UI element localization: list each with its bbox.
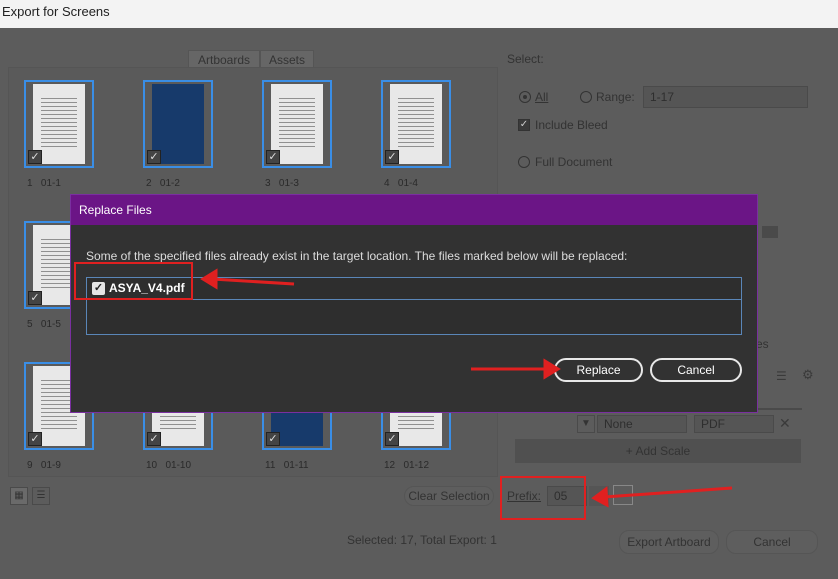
chevron-down-icon[interactable]: ▼ [577, 415, 595, 433]
artboard-checkbox[interactable]: ✓ [147, 432, 161, 446]
tab-artboards[interactable]: Artboards [188, 50, 260, 68]
color-swatch[interactable] [613, 485, 633, 505]
include-bleed-label: Include Bleed [535, 118, 608, 132]
folder-icon[interactable] [762, 226, 778, 238]
artboard-checkbox[interactable]: ✓ [266, 150, 280, 164]
artboard-label: 9 01-9 [27, 460, 61, 471]
artboard-checkbox[interactable]: ✓ [266, 432, 280, 446]
list-icon[interactable]: ☰ [776, 369, 790, 383]
artboard-checkbox[interactable]: ✓ [28, 432, 42, 446]
annotation-box [500, 476, 586, 520]
range-input[interactable]: 1-17 [643, 86, 808, 108]
include-bleed-checkbox[interactable]: ✓ [518, 119, 530, 131]
artboard-label: 3 01-3 [265, 178, 299, 189]
list-view-icon[interactable]: ☰ [32, 487, 50, 505]
dialog-message: Some of the specified files already exis… [86, 249, 628, 263]
select-heading: Select: [507, 52, 544, 66]
radio-full-document[interactable] [518, 156, 530, 168]
gear-icon[interactable]: ⚙ [802, 368, 816, 382]
grid-view-icon[interactable]: ▦ [10, 487, 28, 505]
suffix-select[interactable]: None [597, 415, 687, 433]
status-text: Selected: 17, Total Export: 1 [347, 533, 497, 547]
replace-button[interactable]: Replace [554, 358, 643, 382]
artboard-checkbox[interactable]: ✓ [385, 150, 399, 164]
artboard-thumb[interactable]: ✓ [143, 80, 213, 168]
radio-all-label: All [535, 90, 549, 104]
full-document-label: Full Document [535, 155, 613, 169]
radio-range-label: Range: [596, 90, 635, 104]
cancel-button[interactable]: Cancel [726, 530, 818, 554]
radio-all[interactable] [519, 91, 531, 103]
artboard-checkbox[interactable]: ✓ [147, 150, 161, 164]
radio-range[interactable] [580, 91, 592, 103]
tab-assets[interactable]: Assets [260, 50, 314, 68]
artboard-thumb[interactable]: ✓ [381, 80, 451, 168]
artboard-label: 1 01-1 [27, 178, 61, 189]
annotation-box [74, 262, 193, 300]
artboard-label: 11 01-11 [265, 460, 309, 471]
add-scale-button[interactable]: + Add Scale [515, 439, 801, 463]
close-icon[interactable]: ✕ [779, 415, 791, 432]
artboard-label: 5 01-5 [27, 319, 61, 330]
dialog-title: Replace Files [71, 195, 757, 225]
artboard-thumb[interactable]: ✓ [262, 80, 332, 168]
export-artboard-button[interactable]: Export Artboard [619, 530, 719, 554]
artboard-label: 10 01-10 [146, 460, 192, 471]
window-title: Export for Screens [0, 0, 838, 28]
artboard-thumb[interactable]: ✓ [24, 80, 94, 168]
artboard-label: 12 01-12 [384, 460, 430, 471]
clear-selection-button[interactable]: Clear Selection [404, 486, 494, 506]
dialog-cancel-button[interactable]: Cancel [650, 358, 742, 382]
artboard-checkbox[interactable]: ✓ [385, 432, 399, 446]
artboard-label: 2 01-2 [146, 178, 180, 189]
prefix-stepper[interactable] [589, 486, 609, 506]
format-select[interactable]: PDF [694, 415, 774, 433]
artboard-checkbox[interactable]: ✓ [28, 150, 42, 164]
artboard-checkbox[interactable]: ✓ [28, 291, 42, 305]
replace-files-dialog: Replace Files Some of the specified file… [70, 194, 758, 413]
artboard-label: 4 01-4 [384, 178, 418, 189]
